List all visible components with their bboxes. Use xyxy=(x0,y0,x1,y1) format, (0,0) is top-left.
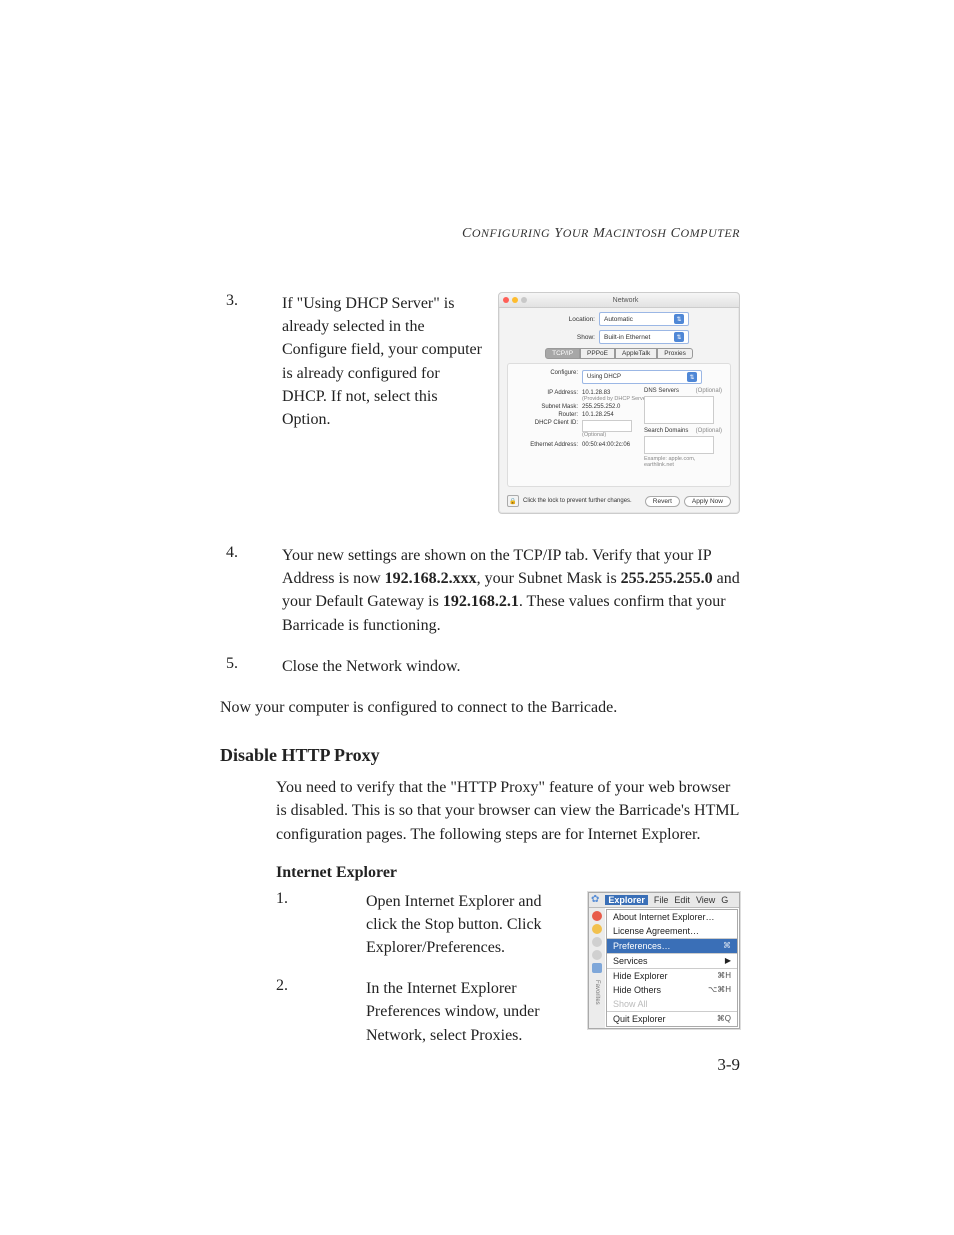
dns-optional: (Optional) xyxy=(696,388,722,394)
subsection-heading: Internet Explorer xyxy=(276,864,740,882)
body-paragraph: You need to verify that the "HTTP Proxy"… xyxy=(276,776,740,846)
ip-label: IP Address: xyxy=(514,390,578,396)
menu-hide-others[interactable]: Hide Others⌥⌘H xyxy=(607,983,737,997)
dns-label: DNS Servers xyxy=(644,388,679,394)
minimize-icon xyxy=(592,924,602,934)
tab-proxies[interactable]: Proxies xyxy=(657,348,693,359)
apply-button[interactable]: Apply Now xyxy=(684,496,731,507)
search-optional: (Optional) xyxy=(696,428,722,434)
location-label: Location: xyxy=(549,316,595,323)
search-label: Search Domains xyxy=(644,428,688,434)
show-label: Show: xyxy=(549,334,595,341)
explorer-menu-screenshot: ✿ Explorer File Edit View G Favorites Ab… xyxy=(588,892,740,1029)
window-title: Network xyxy=(530,297,721,304)
step-number: 5. xyxy=(220,655,282,673)
menu-preferences[interactable]: Preferences…⌘ xyxy=(607,938,737,953)
location-select[interactable]: Automatic⇅ xyxy=(599,312,689,326)
chevron-updown-icon: ⇅ xyxy=(687,372,697,382)
router-value: 10.1.28.254 xyxy=(582,412,614,418)
menu-services[interactable]: Services▶ xyxy=(607,953,737,968)
dns-textarea[interactable] xyxy=(644,396,714,424)
menu-quit[interactable]: Quit Explorer⌘Q xyxy=(607,1011,737,1026)
refresh-icon xyxy=(592,937,602,947)
minimize-icon xyxy=(512,297,518,303)
clientid-input[interactable] xyxy=(582,420,632,432)
mask-label: Subnet Mask: xyxy=(514,404,578,410)
menu-hide-explorer[interactable]: Hide Explorer⌘H xyxy=(607,968,737,983)
body-paragraph: Now your computer is configured to conne… xyxy=(220,696,740,719)
menubar-item[interactable]: File xyxy=(654,895,669,905)
mask-value: 255.255.252.0 xyxy=(582,404,620,410)
back-icon xyxy=(592,963,602,973)
step-number: 4. xyxy=(220,544,282,562)
clientid-label: DHCP Client ID: xyxy=(514,420,578,426)
step-text: If "Using DHCP Server" is already select… xyxy=(282,292,484,431)
step-text: Your new settings are shown on the TCP/I… xyxy=(282,544,740,637)
step-number: 1. xyxy=(220,890,366,908)
lock-text: Click the lock to prevent further change… xyxy=(523,498,641,504)
step-text: Close the Network window. xyxy=(282,655,740,678)
step-text: In the Internet Explorer Preferences win… xyxy=(366,977,574,1047)
close-icon xyxy=(503,297,509,303)
menubar-item[interactable]: View xyxy=(696,895,715,905)
tab-appletalk[interactable]: AppleTalk xyxy=(615,348,657,359)
zoom-icon xyxy=(521,297,527,303)
menubar-item[interactable]: G xyxy=(721,895,728,905)
ethaddr-value: 00:50:e4:00:2c:06 xyxy=(582,442,630,448)
menu-show-all: Show All xyxy=(607,997,737,1011)
revert-button[interactable]: Revert xyxy=(645,496,680,507)
example-text: Example: apple.com, earthlink.net xyxy=(644,456,722,468)
home-icon xyxy=(592,950,602,960)
ethaddr-label: Ethernet Address: xyxy=(514,442,578,448)
network-prefs-screenshot: Network Location: Automatic⇅ Show: Built… xyxy=(498,292,740,514)
configure-select[interactable]: Using DHCP⇅ xyxy=(582,370,702,384)
router-label: Router: xyxy=(514,412,578,418)
lock-icon[interactable]: 🔒 xyxy=(507,495,519,507)
search-textarea[interactable] xyxy=(644,436,714,454)
show-select[interactable]: Built-in Ethernet⇅ xyxy=(599,330,689,344)
step-number: 3. xyxy=(220,292,282,310)
step-text: Open Internet Explorer and click the Sto… xyxy=(366,890,574,960)
apple-icon: ✿ xyxy=(591,894,599,905)
chevron-updown-icon: ⇅ xyxy=(674,314,684,324)
close-icon xyxy=(592,911,602,921)
menu-about[interactable]: About Internet Explorer… xyxy=(607,910,737,924)
tab-pppoe[interactable]: PPPoE xyxy=(580,348,615,359)
step-number: 2. xyxy=(220,977,366,995)
menubar-item[interactable]: Edit xyxy=(674,895,690,905)
favorites-label: Favorites xyxy=(594,980,600,1005)
section-heading: Disable HTTP Proxy xyxy=(220,745,740,766)
ip-hint: (Provided by DHCP Server) xyxy=(582,396,649,402)
chevron-updown-icon: ⇅ xyxy=(674,332,684,342)
page-number: 3-9 xyxy=(717,1055,740,1075)
chevron-right-icon: ▶ xyxy=(725,956,731,965)
menubar-app[interactable]: Explorer xyxy=(605,895,648,905)
tab-tcpip[interactable]: TCP/IP xyxy=(545,348,580,359)
clientid-hint: (Optional) xyxy=(582,432,632,438)
configure-label: Configure: xyxy=(514,370,578,376)
menu-license[interactable]: License Agreement… xyxy=(607,924,737,938)
running-header: CONFIGURING YOUR MACINTOSH COMPUTER xyxy=(220,225,740,242)
